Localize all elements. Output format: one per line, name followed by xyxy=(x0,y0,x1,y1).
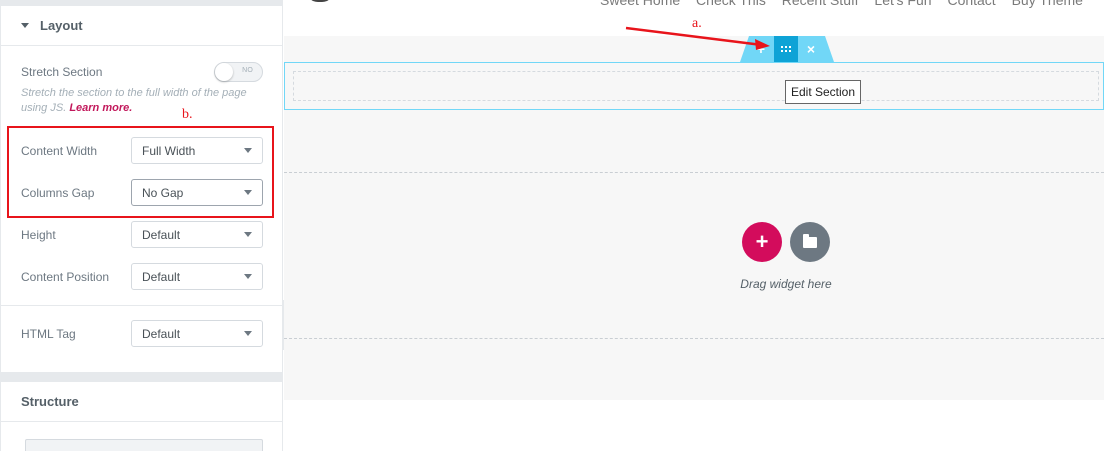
divider xyxy=(1,305,282,306)
toggle-knob xyxy=(215,63,233,81)
structure-section: Structure xyxy=(1,382,282,451)
toggle-state-text: NO xyxy=(242,67,253,74)
stretch-section-row: Stretch Section NO xyxy=(21,62,263,82)
height-value: Default xyxy=(142,227,181,242)
dropdown-arrow-icon xyxy=(244,232,252,237)
nav-item[interactable]: Let's Fun xyxy=(874,0,931,8)
stretch-description: Stretch the section to the full width of… xyxy=(21,86,266,116)
nav-item[interactable]: Sweet Home xyxy=(600,0,680,8)
height-select[interactable]: Default xyxy=(131,221,263,248)
nav-item[interactable]: Buy Theme xyxy=(1012,0,1083,8)
structure-section-title: Structure xyxy=(21,394,79,409)
site-logo xyxy=(306,0,334,2)
add-section-button[interactable]: + xyxy=(749,36,773,62)
stretch-description-text: Stretch the section to the full width of… xyxy=(21,87,247,114)
dropdown-arrow-icon xyxy=(244,331,252,336)
plus-icon: + xyxy=(755,229,769,254)
content-position-row: Content Position Default xyxy=(21,263,263,290)
settings-panel: Layout Stretch Section NO Stretch the se… xyxy=(0,0,283,451)
html-tag-select[interactable]: Default xyxy=(131,320,263,347)
nav-item[interactable]: Check This xyxy=(696,0,766,8)
content-position-select[interactable]: Default xyxy=(131,263,263,290)
site-nav: Sweet Home Check This Recent Stuff Let's… xyxy=(600,0,1095,8)
delete-section-button[interactable]: × xyxy=(799,36,823,62)
annotation-label-a: a. xyxy=(692,16,702,31)
drag-widget-hint: Drag widget here xyxy=(740,277,832,291)
caret-down-icon xyxy=(21,23,29,28)
edit-section-button[interactable] xyxy=(774,36,798,62)
close-icon: × xyxy=(806,41,816,57)
annotation-box-b xyxy=(7,126,274,218)
stretch-section-toggle[interactable]: NO xyxy=(214,62,263,82)
html-tag-value: Default xyxy=(142,326,181,341)
structure-preset[interactable] xyxy=(25,439,263,451)
drag-handle-icon xyxy=(781,46,791,52)
add-widget-button[interactable]: + xyxy=(742,222,782,262)
html-tag-label: HTML Tag xyxy=(21,326,76,341)
height-row: Height Default xyxy=(21,221,263,248)
add-template-button[interactable] xyxy=(790,222,830,262)
html-tag-row: HTML Tag Default xyxy=(21,320,263,347)
plus-icon: + xyxy=(756,41,766,57)
content-position-label: Content Position xyxy=(21,269,110,284)
edit-section-tooltip: Edit Section xyxy=(785,80,861,104)
layout-section-title: Layout xyxy=(40,18,83,33)
nav-item[interactable]: Contact xyxy=(947,0,995,8)
folder-icon xyxy=(803,233,817,248)
annotation-label-b: b. xyxy=(182,107,193,122)
selected-section[interactable] xyxy=(284,62,1104,110)
add-new-section-area xyxy=(284,172,1104,339)
dropdown-arrow-icon xyxy=(244,274,252,279)
empty-column[interactable] xyxy=(293,71,1099,101)
height-label: Height xyxy=(21,227,56,242)
nav-item[interactable]: Recent Stuff xyxy=(782,0,859,8)
content-position-value: Default xyxy=(142,269,181,284)
structure-section-header[interactable]: Structure xyxy=(1,382,282,422)
layout-section-header[interactable]: Layout xyxy=(1,6,282,46)
stretch-section-label: Stretch Section xyxy=(21,65,103,79)
learn-more-link[interactable]: Learn more. xyxy=(69,102,132,114)
